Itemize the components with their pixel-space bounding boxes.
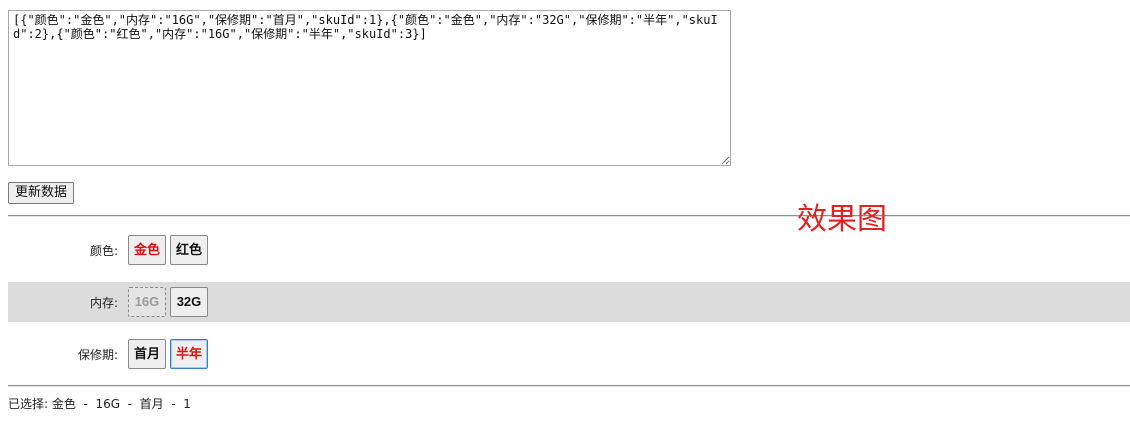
option-first-month[interactable]: 首月 [128,339,167,369]
option-gold[interactable]: 金色 [128,235,167,265]
spec-label-color: 颜色: [89,243,118,258]
page: 更新数据 效果图 颜色: 金色 红色 内存: 16G 32G 保修期: 首月 半… [0,0,1130,446]
summary-prefix: 已选择: [8,397,49,411]
spec-row-color: 颜色: 金色 红色 [8,230,1130,270]
divider-top [8,215,1130,217]
option-half-year[interactable]: 半年 [170,339,209,369]
spec-options-color: 金色 红色 [128,235,209,265]
spec-row-memory: 内存: 16G 32G [8,282,1130,322]
update-data-button[interactable]: 更新数据 [8,182,75,204]
selection-summary: 已选择: 金色 - 16G - 首月 - 1 [8,395,191,412]
option-16g: 16G [128,287,166,317]
divider-bottom [8,385,1130,387]
spec-options-memory: 16G 32G [128,287,208,317]
option-32g[interactable]: 32G [170,287,208,317]
summary-text: 金色 - 16G - 首月 - 1 [51,397,191,411]
spec-options-warranty: 首月 半年 [128,339,209,369]
spec-label-warranty: 保修期: [77,347,118,362]
spec-row-warranty: 保修期: 首月 半年 [8,334,1130,374]
option-red[interactable]: 红色 [170,235,209,265]
spec-label-memory: 内存: [89,295,118,310]
sku-json-textarea[interactable] [8,10,731,166]
